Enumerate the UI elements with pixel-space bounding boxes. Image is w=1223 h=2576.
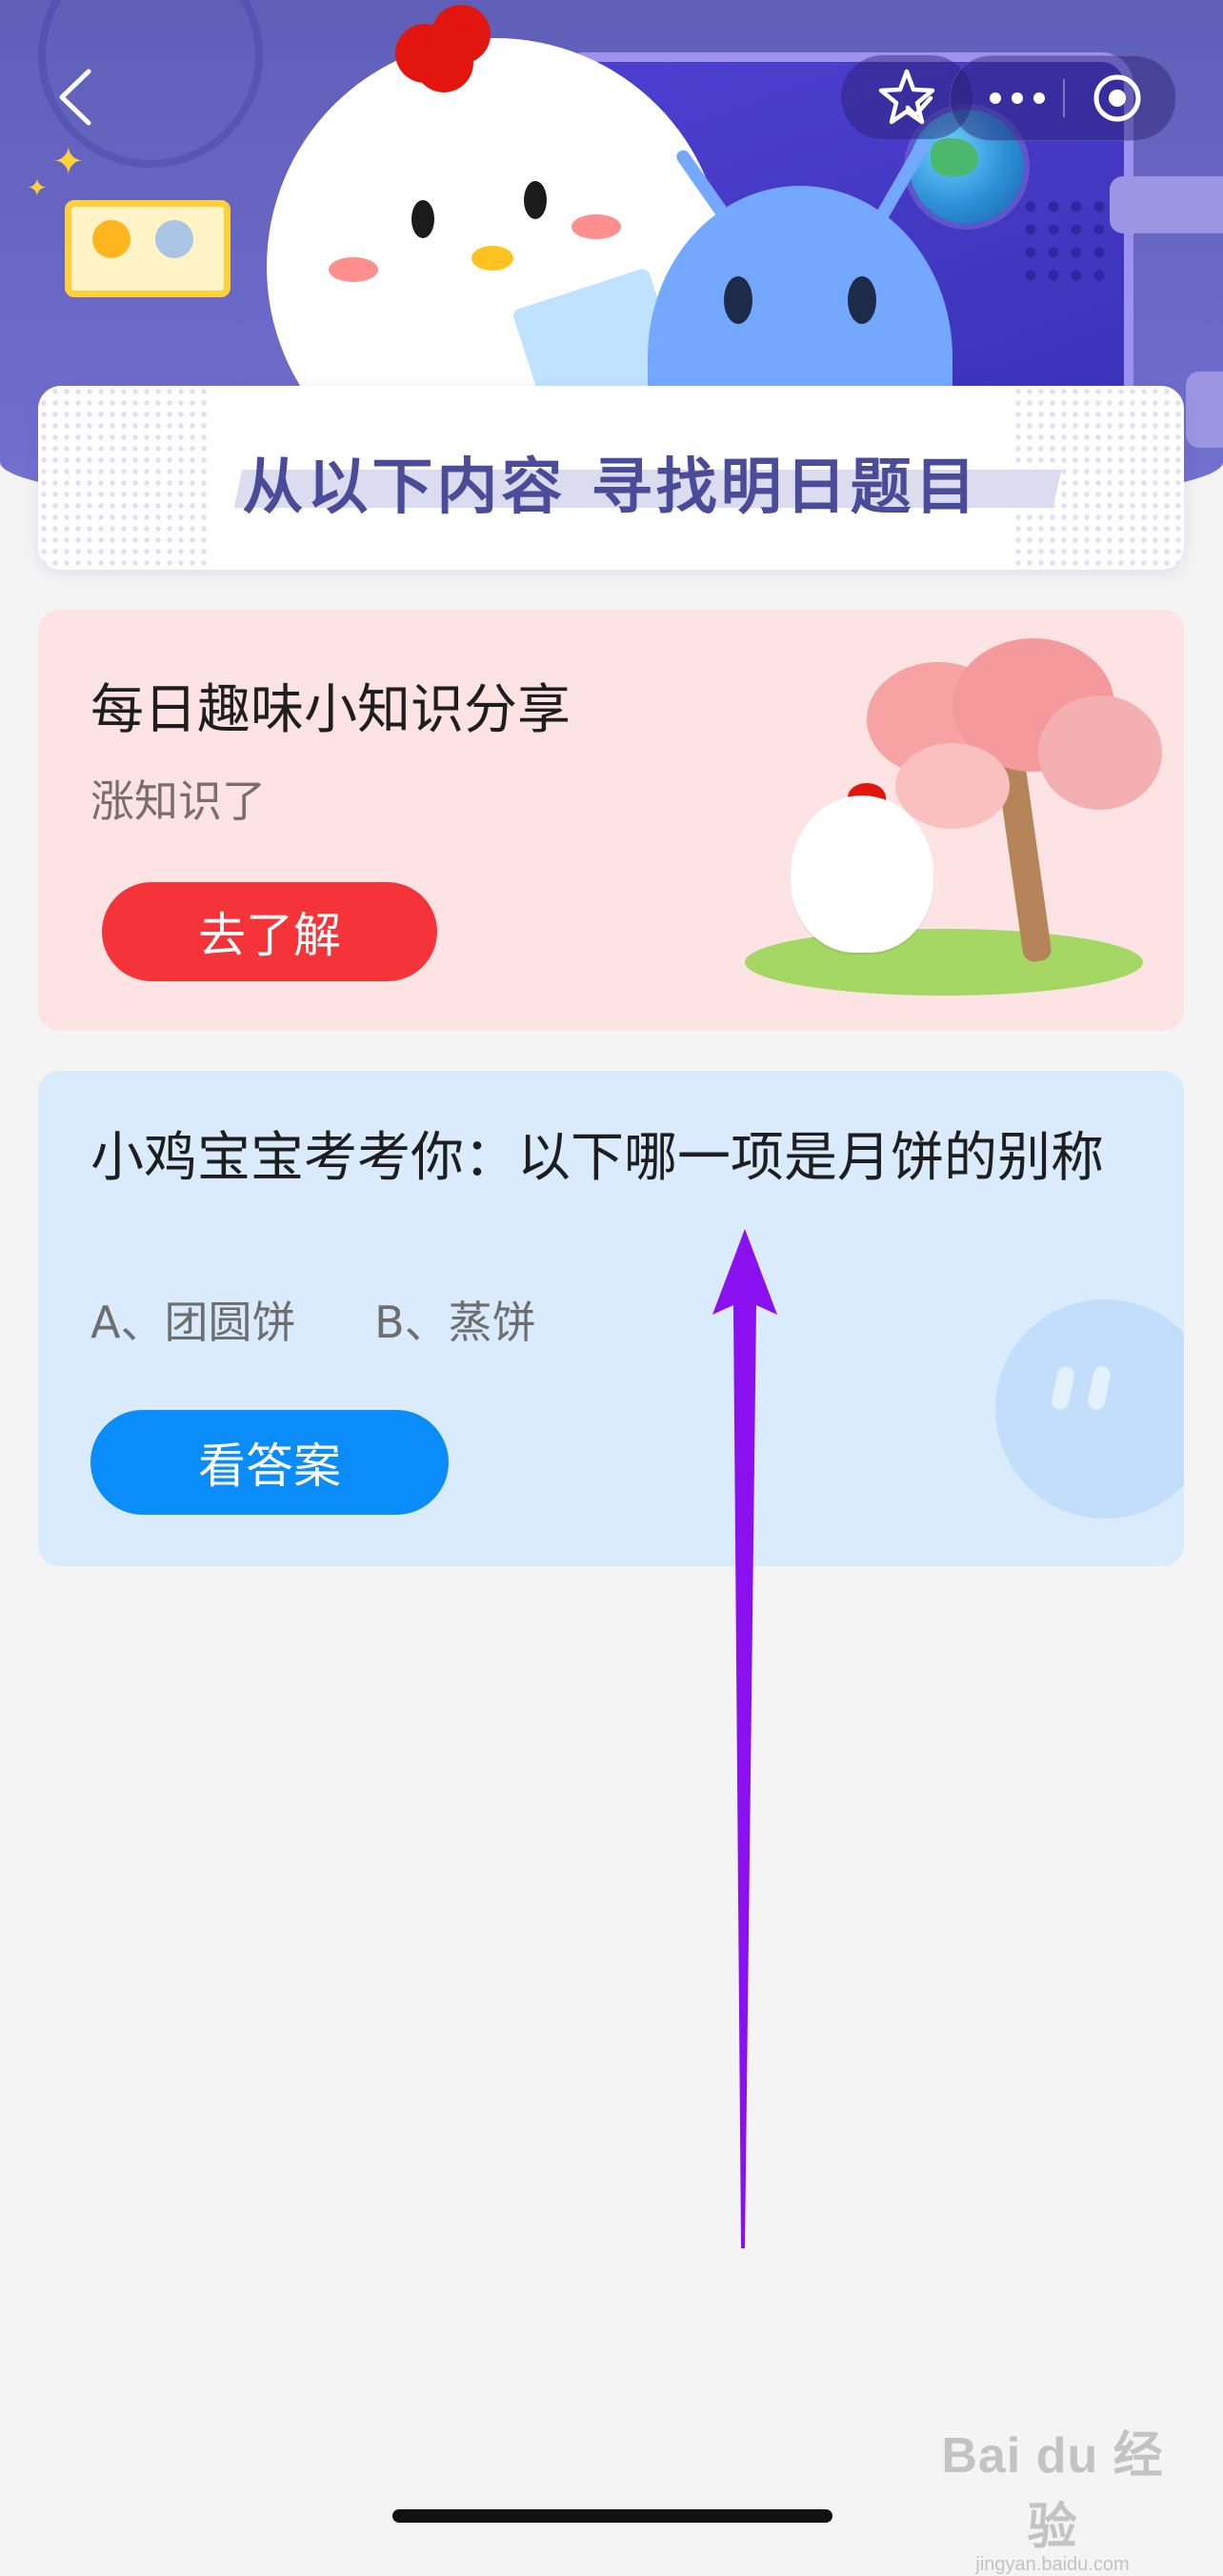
quiz-options: A、团圆饼 B、蒸饼 [90,1288,601,1351]
chat-bubble-icon [995,1299,1184,1519]
view-answer-button[interactable]: 看答案 [90,1410,449,1515]
alien-eye [724,276,752,324]
banner-title: 从以下内容 寻找明日题目 [242,453,980,523]
sparkle-icon: ✦ [27,174,48,203]
more-dots-icon [990,92,1045,104]
blossom-cluster [1038,695,1162,810]
gold-medal-icon [92,220,130,258]
side-bar-decoration [1110,176,1223,233]
chicken-eye [524,181,547,219]
target-circle-icon [1093,74,1141,122]
watermark-main: Bai du 经验 [941,2428,1164,2555]
watermark-sub: jingyan.baidu.com [975,2554,1130,2575]
fun-fact-card[interactable]: 每日趣味小知识分享 涨知识了 去了解 [38,610,1184,1031]
back-button[interactable] [52,59,98,135]
quiz-question: 小鸡宝宝考考你：以下哪一项是月饼的别称 [90,1127,1104,1189]
sparkle-icon: ✦ [52,140,85,184]
close-program-button[interactable] [1074,56,1160,140]
star-check-icon [878,69,935,125]
dot-grid-decoration [1019,195,1105,281]
baidu-watermark-logo: Bai du 经验 jingyan.baidu.com [938,2415,1167,2576]
chicken-illustration [791,795,933,953]
chicken-comb [395,5,500,92]
card-heading: 每日趣味小知识分享 [90,679,571,741]
quiz-card[interactable]: 小鸡宝宝考考你：以下哪一项是月饼的别称 A、团圆饼 B、蒸饼 看答案 [38,1071,1184,1566]
capsule-divider [1063,79,1065,117]
medal-board-icon [65,200,231,297]
grass-ground [745,929,1143,996]
chicken-cheek [329,257,378,282]
mini-program-capsule [950,55,1176,141]
home-indicator[interactable] [392,2509,832,2523]
alien-eye [848,276,876,324]
quiz-option-a: A、团圆饼 [90,1297,296,1348]
card-subheading: 涨知识了 [90,775,266,827]
blossom-cluster [895,743,1010,829]
chicken-eye [411,200,434,238]
chicken-cheek [571,214,621,239]
chicken-beak [471,246,513,271]
chevron-left-icon [59,69,91,126]
silver-medal-icon [155,220,193,258]
side-bar-decoration [1186,372,1223,448]
more-button[interactable] [979,56,1055,140]
quiz-option-b: B、蒸饼 [374,1297,536,1348]
banner-title-card: 从以下内容 寻找明日题目 [38,386,1184,570]
learn-more-button[interactable]: 去了解 [102,882,437,981]
annotation-arrow-up-icon [712,1229,777,2248]
